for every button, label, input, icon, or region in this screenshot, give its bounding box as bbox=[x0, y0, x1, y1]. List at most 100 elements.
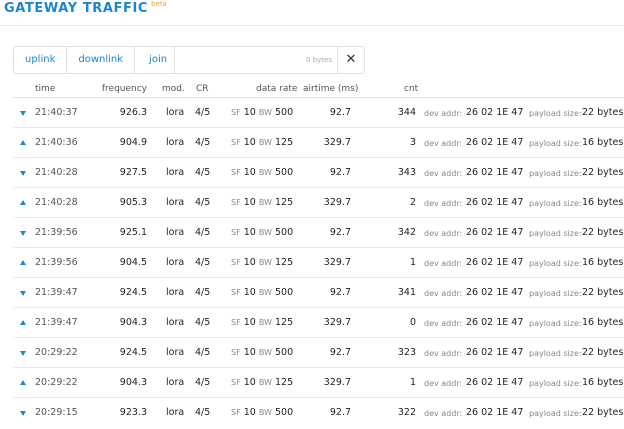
cell-time: 21:39:47 bbox=[35, 317, 78, 328]
downlink-filter-button[interactable]: downlink bbox=[67, 47, 136, 73]
cell-modulation: lora bbox=[166, 197, 185, 208]
payload-size-label: payload size: bbox=[529, 349, 582, 358]
dev-addr-label: dev addr: bbox=[424, 259, 463, 268]
uplink-filter-button[interactable]: uplink bbox=[14, 47, 68, 73]
table-row[interactable]: 21:39:56 925.1 lora 4/5 SF 10 BW 500 92.7 342 d… bbox=[13, 217, 624, 247]
cell-count: 341 bbox=[397, 287, 416, 298]
cell-data-rate: SF 10 BW 500 bbox=[231, 108, 293, 118]
cell-time: 21:40:37 bbox=[35, 107, 78, 118]
cell-coding-rate: 4/5 bbox=[195, 347, 211, 358]
table-row[interactable]: 20:29:22 904.3 lora 4/5 SF 10 BW 125 329.7 1 de… bbox=[13, 367, 624, 397]
cell-frequency: 904.5 bbox=[119, 257, 147, 268]
payload-size-label: payload size: bbox=[529, 409, 582, 418]
cell-modulation: lora bbox=[166, 257, 185, 268]
uplink-arrow-icon bbox=[20, 260, 26, 265]
cell-payload-size: 22 bytes bbox=[582, 287, 624, 298]
dev-addr-label: dev addr: bbox=[424, 139, 463, 148]
sf-label: SF bbox=[231, 318, 241, 327]
table-row[interactable]: 21:39:47 924.5 lora 4/5 SF 10 BW 500 92.7 341 d… bbox=[13, 277, 624, 307]
bw-label: BW bbox=[258, 108, 272, 117]
sf-label: SF bbox=[231, 138, 241, 147]
cell-payload-size: 16 bytes bbox=[582, 317, 624, 328]
column-header-frequency[interactable]: frequency bbox=[102, 84, 147, 94]
column-header-cr[interactable]: CR bbox=[196, 84, 209, 94]
cell-frequency: 905.3 bbox=[119, 197, 147, 208]
table-row[interactable]: 21:40:28 905.3 lora 4/5 SF 10 BW 125 329.7 2 de… bbox=[13, 187, 624, 217]
column-header-mod[interactable]: mod. bbox=[162, 84, 185, 94]
cell-coding-rate: 4/5 bbox=[195, 407, 211, 418]
sf-label: SF bbox=[231, 288, 241, 297]
bw-value: 125 bbox=[275, 197, 294, 208]
downlink-arrow-icon bbox=[20, 111, 26, 116]
traffic-filter-group: uplink downlink join bbox=[13, 46, 183, 74]
sf-value: 10 bbox=[243, 407, 256, 418]
cell-coding-rate: 4/5 bbox=[195, 227, 211, 238]
cell-data-rate: SF 10 BW 125 bbox=[231, 318, 293, 328]
dev-addr-label: dev addr: bbox=[424, 409, 463, 418]
table-row[interactable]: 21:40:28 927.5 lora 4/5 SF 10 BW 500 92.7 343 d… bbox=[13, 157, 624, 187]
cell-frequency: 925.1 bbox=[119, 227, 147, 238]
cell-time: 21:40:28 bbox=[35, 197, 78, 208]
table-row[interactable]: 21:39:47 904.3 lora 4/5 SF 10 BW 125 329.7 0 de… bbox=[13, 307, 624, 337]
cell-modulation: lora bbox=[166, 347, 185, 358]
sf-value: 10 bbox=[243, 137, 256, 148]
bw-label: BW bbox=[258, 408, 272, 417]
cell-time: 21:39:56 bbox=[35, 227, 78, 238]
column-header-cnt[interactable]: cnt bbox=[404, 84, 418, 94]
cell-count: 322 bbox=[397, 407, 416, 418]
bw-label: BW bbox=[258, 198, 272, 207]
sf-value: 10 bbox=[243, 377, 256, 388]
sf-label: SF bbox=[231, 198, 241, 207]
cell-count: 344 bbox=[397, 107, 416, 118]
close-icon: ✕ bbox=[345, 52, 357, 67]
sf-label: SF bbox=[231, 378, 241, 387]
cell-dev-addr: 26 02 1E 47 bbox=[466, 377, 524, 388]
cell-data-rate: SF 10 BW 500 bbox=[231, 288, 293, 298]
cell-count: 2 bbox=[409, 197, 416, 208]
table-row[interactable]: 21:39:56 904.5 lora 4/5 SF 10 BW 125 329.7 1 de… bbox=[13, 247, 624, 277]
sf-value: 10 bbox=[243, 197, 256, 208]
cell-count: 1 bbox=[409, 377, 416, 388]
cell-airtime: 92.7 bbox=[329, 107, 351, 118]
dev-addr-label: dev addr: bbox=[424, 199, 463, 208]
table-row[interactable]: 21:40:36 904.9 lora 4/5 SF 10 BW 125 329.7 3 de… bbox=[13, 127, 624, 157]
table-row[interactable]: 21:40:37 926.3 lora 4/5 SF 10 BW 500 92.7 344 d… bbox=[13, 97, 624, 127]
column-header-time[interactable]: time bbox=[35, 84, 55, 94]
cell-time: 21:40:28 bbox=[35, 167, 78, 178]
cell-dev-addr: 26 02 1E 47 bbox=[466, 317, 524, 328]
cell-data-rate: SF 10 BW 125 bbox=[231, 258, 293, 268]
cell-modulation: lora bbox=[166, 287, 185, 298]
cell-dev-addr: 26 02 1E 47 bbox=[466, 407, 524, 418]
cell-count: 3 bbox=[409, 137, 416, 148]
table-row[interactable]: 20:29:15 923.3 lora 4/5 SF 10 BW 500 92.7 322 d… bbox=[13, 397, 624, 427]
cell-frequency: 924.5 bbox=[119, 347, 147, 358]
cell-dev-addr: 26 02 1E 47 bbox=[466, 257, 524, 268]
traffic-table: 21:40:37 926.3 lora 4/5 SF 10 BW 500 92.7 344 d… bbox=[13, 97, 624, 427]
cell-dev-addr: 26 02 1E 47 bbox=[466, 347, 524, 358]
cell-airtime: 92.7 bbox=[329, 407, 351, 418]
dev-addr-label: dev addr: bbox=[424, 319, 463, 328]
cell-data-rate: SF 10 BW 500 bbox=[231, 348, 293, 358]
cell-data-rate: SF 10 BW 125 bbox=[231, 198, 293, 208]
cell-coding-rate: 4/5 bbox=[195, 377, 211, 388]
cell-frequency: 927.5 bbox=[119, 167, 147, 178]
payload-size-label: payload size: bbox=[529, 379, 582, 388]
column-header-data-rate[interactable]: data rate bbox=[256, 84, 297, 94]
table-row[interactable]: 20:29:22 924.5 lora 4/5 SF 10 BW 500 92.7 323 d… bbox=[13, 337, 624, 367]
cell-data-rate: SF 10 BW 500 bbox=[231, 408, 293, 418]
column-header-airtime[interactable]: airtime (ms) bbox=[303, 84, 358, 94]
bw-label: BW bbox=[258, 138, 272, 147]
cell-payload-size: 22 bytes bbox=[582, 107, 624, 118]
table-header: time frequency mod. CR data rate airtime… bbox=[13, 83, 624, 97]
cell-data-rate: SF 10 BW 500 bbox=[231, 228, 293, 238]
uplink-arrow-icon bbox=[20, 140, 26, 145]
downlink-arrow-icon bbox=[20, 231, 26, 236]
bw-value: 500 bbox=[275, 167, 294, 178]
cell-coding-rate: 4/5 bbox=[195, 287, 211, 298]
filter-search-box: ✕ bbox=[174, 46, 365, 74]
clear-filter-button[interactable]: ✕ bbox=[337, 47, 364, 73]
filter-search-input[interactable] bbox=[175, 47, 338, 73]
cell-dev-addr: 26 02 1E 47 bbox=[466, 137, 524, 148]
cell-count: 0 bbox=[409, 317, 416, 328]
cell-payload-size: 16 bytes bbox=[582, 137, 624, 148]
